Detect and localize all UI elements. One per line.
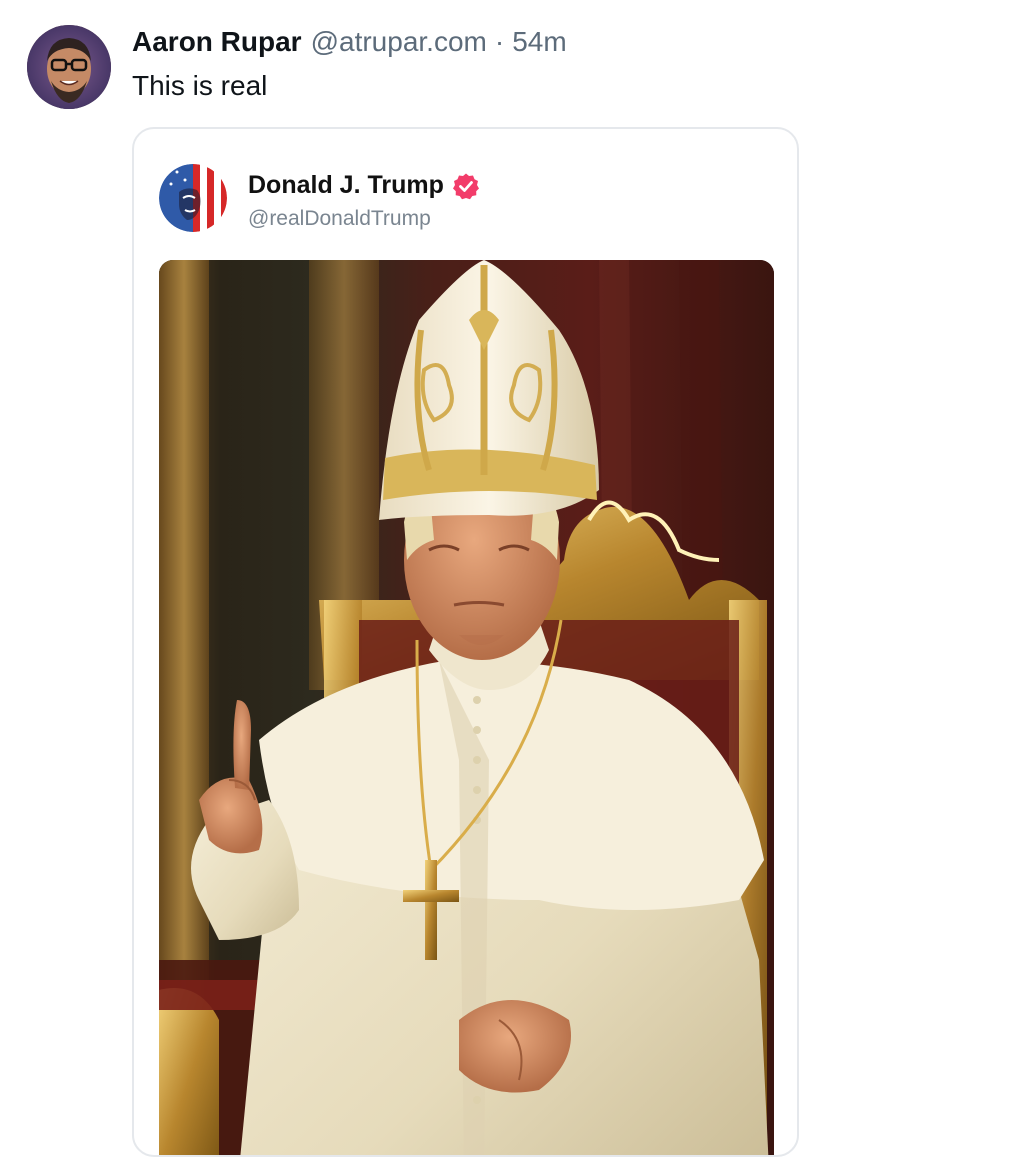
verified-badge-icon [452, 172, 480, 200]
embed-author-handle[interactable]: @realDonaldTrump [248, 207, 431, 231]
post: Aaron Rupar @atrupar.com · 54m This is r… [0, 0, 1028, 1168]
author-name[interactable]: Aaron Rupar [132, 26, 302, 58]
embed-image[interactable] [159, 260, 774, 1155]
post-timestamp[interactable]: 54m [512, 26, 566, 58]
embed-name-row: Donald J. Trump [248, 171, 480, 200]
flag-face-avatar-icon [159, 164, 227, 232]
embed-author-name[interactable]: Donald J. Trump [248, 171, 444, 200]
header-separator: · [494, 26, 505, 57]
pope-portrait-image-icon [159, 260, 774, 1155]
embed-author-avatar[interactable] [159, 164, 227, 232]
post-header: Aaron Rupar @atrupar.com · 54m [132, 26, 567, 62]
embedded-post[interactable]: Donald J. Trump @realDonaldTrump [132, 127, 799, 1157]
post-text: This is real [132, 70, 268, 101]
author-avatar-image [27, 25, 111, 109]
author-handle[interactable]: @atrupar.com [311, 26, 487, 58]
author-avatar[interactable] [27, 25, 111, 109]
